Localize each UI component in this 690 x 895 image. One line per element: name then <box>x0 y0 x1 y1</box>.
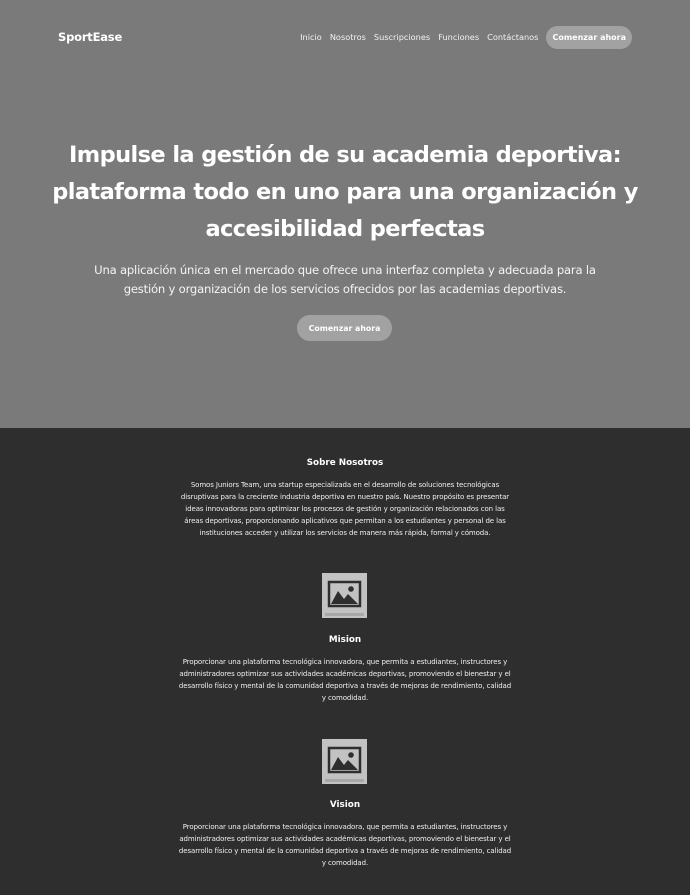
about-text-line: Somos Juniors Team, una startup especial… <box>190 481 500 489</box>
nav-link-funciones[interactable]: Funciones <box>438 32 479 42</box>
vision-title: Vision <box>329 800 361 810</box>
nav-start-button[interactable]: Comenzar ahora <box>546 25 632 49</box>
vision-image-placeholder-icon <box>322 739 367 784</box>
nav-link-suscripciones[interactable]: Suscripciones <box>374 32 430 42</box>
mission-image-placeholder-icon <box>322 573 367 618</box>
mission-text-line: Proporcionar una plataforma tecnológica … <box>182 658 508 666</box>
about-title: Sobre Nosotros <box>306 458 384 468</box>
hero-title-line: plataforma todo en uno para una organiza… <box>52 179 638 205</box>
hero-subtitle-line: Una aplicación única en el mercado que o… <box>94 263 596 277</box>
hero-title-line: accesibilidad perfectas <box>205 216 485 242</box>
mission-text-line: y comodidad. <box>321 694 369 702</box>
hero-title-line: Impulse la gestión de su academia deport… <box>68 142 622 168</box>
about-text: Somos Juniors Team, una startup especial… <box>150 479 540 539</box>
navbar: SportEase Inicio Nosotros Suscripciones … <box>58 25 632 49</box>
mission-text-line: administradores optimizar sus actividade… <box>179 670 511 678</box>
vision-text-line: desarrollo físico y mental de la comunid… <box>178 847 512 855</box>
mission-title: Mision <box>328 635 362 645</box>
mission-text-line: desarrollo físico y mental de la comunid… <box>178 682 512 690</box>
brand-logo[interactable]: SportEase <box>58 30 122 44</box>
about-text-line: instituciones acceder y utilizar los ser… <box>199 529 491 537</box>
mission-text: Proporcionar una plataforma tecnológica … <box>150 656 540 704</box>
vision-text-line: y comodidad. <box>321 859 369 867</box>
content-section: Sobre Nosotros Somos Juniors Team, una s… <box>0 428 690 895</box>
hero-subtitle: Una aplicación única en el mercado que o… <box>55 261 635 299</box>
hero-section: SportEase Inicio Nosotros Suscripciones … <box>0 0 690 428</box>
nav-link-inicio[interactable]: Inicio <box>300 32 322 42</box>
hero-start-button[interactable]: Comenzar ahora <box>297 315 392 341</box>
vision-text: Proporcionar una plataforma tecnológica … <box>150 821 540 869</box>
vision-text-line: Proporcionar una plataforma tecnológica … <box>182 823 508 831</box>
vision-text-line: administradores optimizar sus actividade… <box>179 835 511 843</box>
nav-link-nosotros[interactable]: Nosotros <box>330 32 366 42</box>
hero-subtitle-line: gestión y organización de los servicios … <box>123 282 567 296</box>
about-text-line: disruptivas para la creciente industria … <box>180 493 510 501</box>
hero-title: Impulse la gestión de su academia deport… <box>30 137 660 248</box>
nav-links: Inicio Nosotros Suscripciones Funciones … <box>292 25 632 49</box>
about-text-line: áreas deportivas, proporcionando aplicat… <box>184 517 506 525</box>
about-text-line: ideas innovadoras para optimizar los pro… <box>185 505 505 513</box>
nav-link-contactanos[interactable]: Contáctanos <box>487 32 538 42</box>
